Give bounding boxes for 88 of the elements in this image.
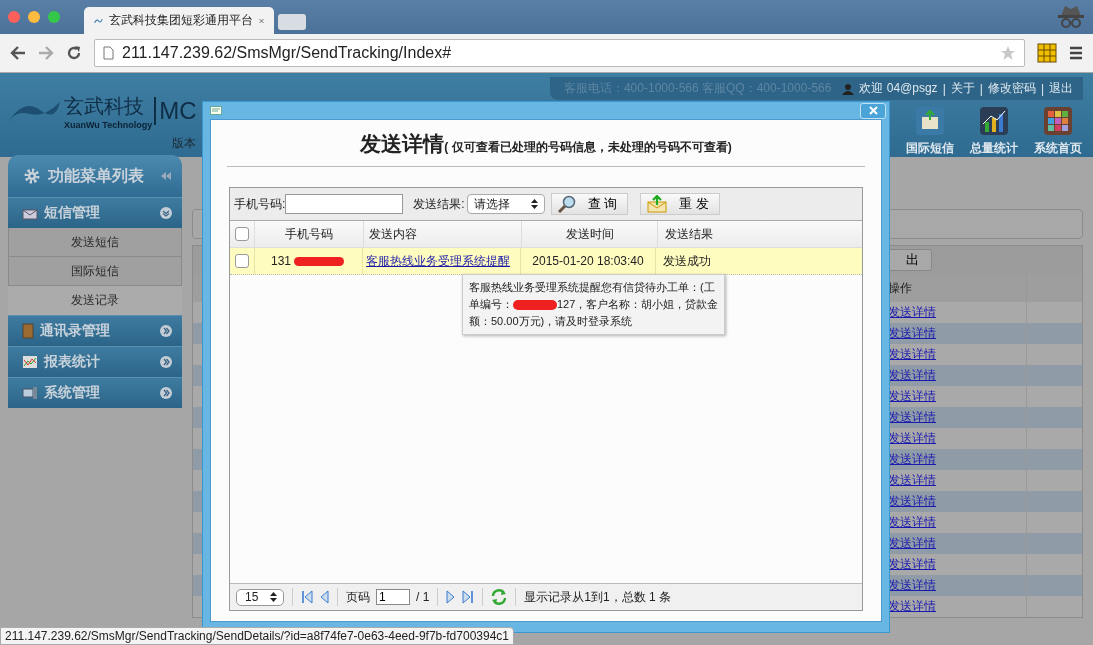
status-url: 211.147.239.62/SmsMgr/SendTracking/SendDetails/?id=a8f74fe7-0e63-4eed-9f7b-fd700394c1 — [0, 627, 514, 645]
back-icon[interactable] — [10, 46, 26, 60]
total-pages: / 1 — [416, 590, 430, 604]
chart-icon — [22, 355, 38, 369]
search-icon — [557, 195, 576, 213]
menu-group[interactable]: 系统管理 — [8, 377, 182, 408]
column-header[interactable]: 发送内容 — [363, 221, 521, 247]
updown-arrow-icon — [530, 198, 538, 210]
tooltip-text: 单编号： — [469, 297, 513, 312]
version-label: 版本 — [172, 135, 196, 152]
record-summary: 显示记录从1到1，总数 1 条 — [524, 588, 672, 606]
chart-icon — [979, 106, 1009, 136]
nav-item[interactable]: 国际短信 — [901, 106, 959, 157]
address-field[interactable]: 211.147.239.62/SmsMgr/SendTracking/Index# — [94, 39, 1025, 67]
phone-label: 手机号码: — [234, 195, 286, 213]
nav-item[interactable]: 系统首页 — [1029, 106, 1087, 157]
collapse-icon[interactable] — [160, 171, 172, 181]
page-size-select[interactable]: 15 — [236, 588, 284, 606]
updown-arrow-icon — [270, 591, 277, 603]
menu-item[interactable]: 国际短信 — [8, 257, 182, 286]
forward-icon[interactable] — [38, 46, 54, 60]
page-input[interactable]: 1 — [376, 589, 410, 605]
menu-group[interactable]: 通讯录管理 — [8, 315, 182, 346]
minimize-window-button[interactable] — [28, 11, 40, 23]
extension-icon[interactable] — [1037, 43, 1057, 63]
column-header[interactable]: 手机号码 — [254, 221, 363, 247]
close-window-button[interactable] — [8, 11, 20, 23]
close-button[interactable] — [860, 102, 886, 119]
dialog-note: ( 仅可查看已处理的号码信息，未处理的号码不可查看) — [444, 140, 732, 154]
separator: | — [942, 81, 946, 96]
grid-icon — [1043, 106, 1073, 136]
select-all-checkbox[interactable] — [235, 227, 249, 241]
menu-group[interactable]: 报表统计 — [8, 346, 182, 377]
menu-title: 功能菜单列表 — [48, 165, 145, 186]
product-name: MC — [154, 97, 197, 125]
page-label: 页码 — [346, 588, 370, 606]
reload-icon[interactable] — [66, 45, 82, 61]
close-icon[interactable] — [258, 16, 264, 25]
last-page-icon[interactable] — [461, 590, 475, 604]
tooltip-text: 127，客户名称：胡小姐，贷款金 — [557, 297, 719, 312]
star-icon[interactable] — [1000, 45, 1016, 61]
result-select[interactable]: 请选择 — [466, 194, 545, 214]
maximize-window-button[interactable] — [48, 11, 60, 23]
refresh-icon[interactable] — [491, 589, 508, 605]
column-header[interactable]: 发送时间 — [521, 221, 657, 247]
nav-item[interactable]: 总量统计 — [965, 106, 1023, 157]
page-icon — [103, 46, 114, 60]
header-link[interactable]: 关于 — [950, 80, 975, 97]
welcome-text: 欢迎 04@psgz — [859, 80, 938, 97]
logo-text: 玄武科技 — [64, 93, 145, 119]
separator: | — [979, 81, 983, 96]
separator: | — [1040, 81, 1044, 96]
phone-input[interactable] — [285, 194, 404, 214]
menu-item[interactable]: 发送短信 — [8, 228, 182, 257]
query-button[interactable]: 查 询 — [550, 193, 629, 215]
logo-subtitle: XuanWu Technology — [64, 119, 153, 130]
computer-icon — [22, 386, 38, 400]
resend-button[interactable]: 重 发 — [640, 193, 720, 215]
tooltip-text: 客服热线业务受理系统提醒您有信贷待办工单：(工 — [469, 280, 715, 295]
export-button[interactable]: 出 — [887, 249, 932, 271]
menu-group[interactable]: 短信管理 — [8, 197, 182, 228]
mail-upload-icon — [915, 106, 945, 136]
row-checkbox[interactable] — [235, 254, 249, 268]
redaction-mark — [294, 256, 345, 266]
book-icon — [22, 323, 34, 339]
window-icon — [210, 106, 222, 115]
menu-icon[interactable] — [1069, 46, 1083, 60]
close-icon — [868, 106, 878, 115]
user-icon — [842, 82, 855, 95]
incognito-icon — [1057, 4, 1085, 30]
new-tab-button[interactable] — [278, 14, 306, 30]
envelope-icon — [22, 206, 38, 220]
tooltip-text: 额：50.00万元)，请及时登录系统 — [469, 314, 633, 329]
next-page-icon[interactable] — [446, 590, 456, 604]
phone-number: 131 — [271, 254, 292, 268]
header-link[interactable]: 修改密码 — [987, 80, 1036, 97]
first-page-icon[interactable] — [301, 590, 314, 604]
header-link[interactable]: 退出 — [1049, 80, 1073, 97]
dialog-title: 发送详情 — [360, 132, 445, 155]
previous-page-icon[interactable] — [320, 590, 329, 604]
gear-icon — [24, 168, 40, 184]
mail-upload-icon — [647, 195, 668, 213]
redaction-mark — [513, 299, 557, 310]
column-header[interactable]: 发送结果 — [657, 221, 720, 247]
content-link[interactable]: 客服热线业务受理系统提醒 — [366, 252, 510, 270]
result-label: 发送结果: — [413, 195, 465, 213]
browser-tab[interactable]: 玄武科技集团短彩通用平台 — [84, 7, 274, 34]
menu-item[interactable]: 发送记录 — [8, 286, 182, 315]
